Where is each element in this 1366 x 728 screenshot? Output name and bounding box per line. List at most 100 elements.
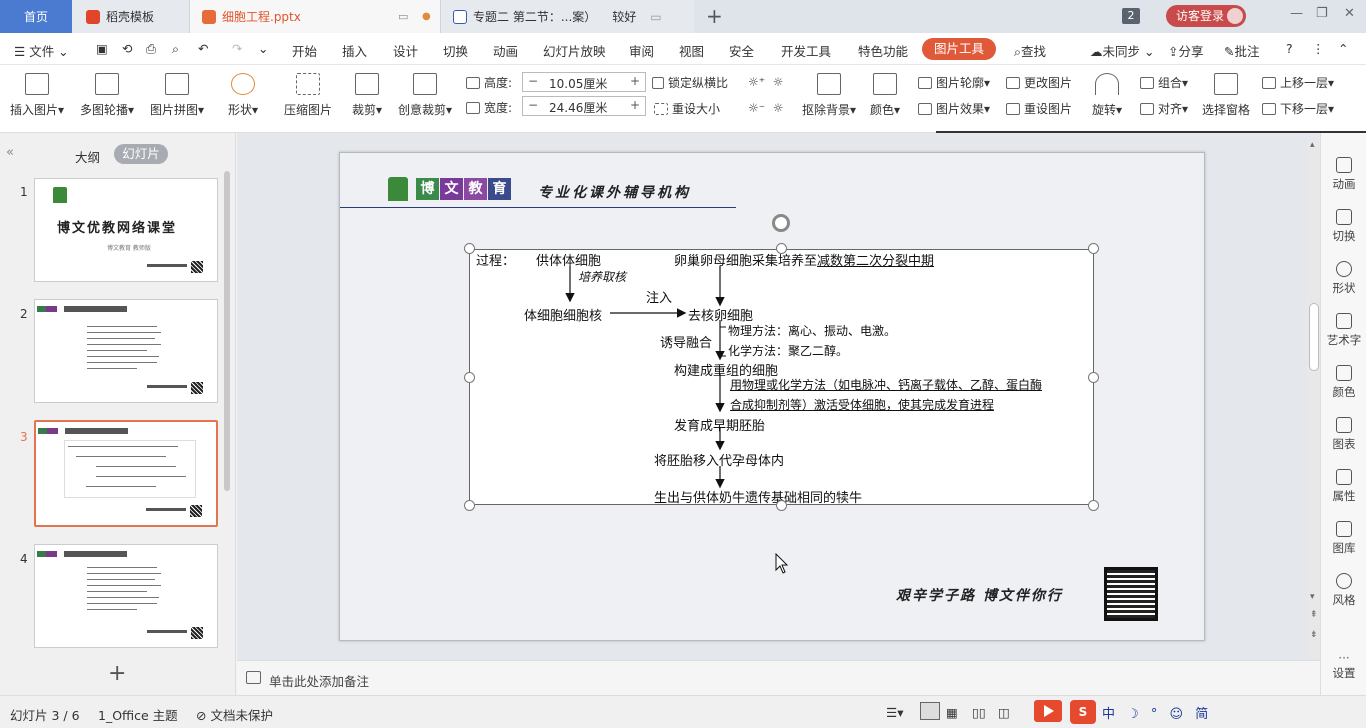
- send-backward-button[interactable]: 下移一层 ▾: [1262, 100, 1334, 117]
- side-wordart-button[interactable]: 艺术字: [1321, 313, 1366, 348]
- height-value[interactable]: 10.05厘米: [549, 75, 607, 92]
- align-menu-icon[interactable]: ☰▾: [886, 705, 903, 720]
- resize-handle-n[interactable]: [776, 243, 787, 254]
- monitor-icon[interactable]: ▭: [398, 10, 408, 23]
- change-picture-button[interactable]: 更改图片: [1006, 74, 1072, 91]
- picture-collage-button[interactable]: 图片拼图▾: [150, 73, 204, 118]
- comment-button[interactable]: ✎批注: [1224, 41, 1260, 60]
- menu-file[interactable]: ☰ 文件 ⌄: [14, 41, 69, 60]
- export-icon[interactable]: ⟲: [122, 41, 132, 56]
- tab-home[interactable]: 首页: [0, 0, 72, 33]
- visitor-login-button[interactable]: 访客登录: [1166, 5, 1246, 27]
- restore-icon[interactable]: ❐: [1316, 6, 1328, 21]
- width-increment-button[interactable]: +: [625, 97, 645, 115]
- resize-handle-w[interactable]: [464, 372, 475, 383]
- tab-outline[interactable]: 大纲: [75, 147, 100, 166]
- width-decrement-button[interactable]: −: [523, 97, 543, 115]
- side-gallery-button[interactable]: 图库: [1321, 521, 1366, 556]
- contrast-icon[interactable]: ☼⁻ ☼: [748, 101, 783, 115]
- resize-handle-nw[interactable]: [464, 243, 475, 254]
- height-increment-button[interactable]: +: [625, 73, 645, 91]
- slide-thumbnail-3-selected[interactable]: [34, 420, 218, 527]
- menu-transition[interactable]: 切换: [443, 41, 468, 60]
- rotate-button[interactable]: 旋转▾: [1092, 73, 1122, 118]
- comment-icon[interactable]: ▭: [650, 10, 661, 24]
- help-icon[interactable]: ?: [1286, 41, 1293, 56]
- add-slide-button[interactable]: +: [108, 661, 126, 686]
- insert-picture-button[interactable]: 插入图片▾: [10, 73, 64, 118]
- bring-forward-button[interactable]: 上移一层 ▾: [1262, 74, 1334, 91]
- lock-ratio-checkbox[interactable]: 锁定纵横比: [652, 74, 728, 91]
- side-chart-button[interactable]: 图表: [1321, 417, 1366, 452]
- resize-handle-e[interactable]: [1088, 372, 1099, 383]
- width-spinner[interactable]: −24.46厘米 +: [522, 96, 646, 116]
- scroll-up-icon[interactable]: ▴: [1310, 140, 1315, 150]
- undo-icon[interactable]: ↶: [198, 41, 208, 56]
- width-value[interactable]: 24.46厘米: [549, 99, 607, 116]
- normal-view-icon[interactable]: [920, 702, 940, 720]
- next-slide-icon[interactable]: ⇟: [1310, 630, 1318, 640]
- side-transition-button[interactable]: 切换: [1321, 209, 1366, 244]
- tab-doc[interactable]: 专题二 第二节：...案） 较好 ▭: [440, 0, 694, 33]
- creative-crop-button[interactable]: 创意裁剪▾: [398, 73, 452, 118]
- presenter-view-icon[interactable]: ◫: [998, 705, 1010, 720]
- menu-slideshow[interactable]: 幻灯片放映: [543, 41, 606, 60]
- side-shape-button[interactable]: 形状: [1321, 261, 1366, 296]
- side-settings-button[interactable]: ··· 设置: [1321, 651, 1366, 681]
- menu-picture-tools[interactable]: 图片工具: [922, 38, 996, 60]
- side-animation-button[interactable]: 动画: [1321, 157, 1366, 192]
- slide-thumbnail-4[interactable]: [34, 544, 218, 648]
- menu-security[interactable]: 安全: [729, 41, 754, 60]
- group-button[interactable]: 组合 ▾: [1140, 74, 1188, 91]
- side-color-button[interactable]: 颜色: [1321, 365, 1366, 400]
- search-button[interactable]: ⌕查找: [1014, 41, 1046, 60]
- flow-diagram-picture[interactable]: 过程： 供体体细胞 培养取核 卵巢卵母细胞采集培养至减数第二次分裂中期 注入 体…: [469, 249, 1094, 506]
- resize-handle-sw[interactable]: [464, 500, 475, 511]
- collapse-ribbon-icon[interactable]: ⌃: [1338, 41, 1348, 56]
- side-style-button[interactable]: 风格: [1321, 573, 1366, 608]
- resize-handle-se[interactable]: [1088, 500, 1099, 511]
- theme-name[interactable]: 1_Office 主题: [98, 705, 178, 724]
- prev-slide-icon[interactable]: ⇞: [1310, 610, 1318, 620]
- picture-outline-button[interactable]: 图片轮廓 ▾: [918, 74, 990, 91]
- new-tab-button[interactable]: +: [706, 4, 723, 28]
- redo-icon[interactable]: ↷: [232, 41, 242, 56]
- brightness-up-icon[interactable]: ☼⁺ ☼: [748, 75, 783, 89]
- align-button[interactable]: 对齐 ▾: [1140, 100, 1188, 117]
- tab-ppt[interactable]: 细胞工程.pptx ▭ ●: [190, 0, 440, 33]
- multi-outline-button[interactable]: 多图轮播▾: [80, 73, 134, 118]
- reset-picture-button[interactable]: 重设图片: [1006, 100, 1072, 117]
- ime-status[interactable]: 中 ☽ ° ☺ 简: [1102, 703, 1212, 722]
- notes-area[interactable]: 单击此处添加备注: [237, 660, 1320, 695]
- height-spinner[interactable]: −10.05厘米 +: [522, 72, 646, 92]
- menu-insert[interactable]: 插入: [342, 41, 367, 60]
- close-icon[interactable]: ✕: [1344, 6, 1355, 21]
- reading-view-icon[interactable]: ▯▯: [972, 705, 986, 720]
- preview-icon[interactable]: ⌕: [172, 41, 179, 57]
- menu-design[interactable]: 设计: [393, 41, 418, 60]
- crop-button[interactable]: 裁剪▾: [352, 73, 382, 118]
- color-button[interactable]: 颜色▾: [870, 73, 900, 118]
- menu-view[interactable]: 视图: [679, 41, 704, 60]
- print-icon[interactable]: ⎙: [146, 41, 156, 57]
- sync-button[interactable]: ☁未同步 ⌄: [1090, 41, 1154, 60]
- menu-features[interactable]: 特色功能: [858, 41, 908, 60]
- scrollbar-thumb[interactable]: [1309, 303, 1319, 371]
- canvas-vertical-scrollbar[interactable]: ▴ ▾ ⇞ ⇟: [1307, 140, 1321, 658]
- document-protection[interactable]: ⊘ 文档未保护: [196, 705, 273, 724]
- window-count-badge[interactable]: 2: [1122, 8, 1140, 24]
- quick-access-dropdown-icon[interactable]: ⌄: [258, 41, 268, 56]
- shape-button[interactable]: 形状▾: [228, 73, 258, 118]
- resize-handle-ne[interactable]: [1088, 243, 1099, 254]
- slide-sorter-icon[interactable]: ▦: [946, 705, 958, 720]
- picture-effect-button[interactable]: 图片效果 ▾: [918, 100, 990, 117]
- slide-thumbnail-2[interactable]: [34, 299, 218, 403]
- compress-picture-button[interactable]: 压缩图片: [284, 73, 332, 118]
- more-icon[interactable]: ⋮: [1312, 41, 1325, 56]
- notes-placeholder[interactable]: 单击此处添加备注: [269, 671, 369, 690]
- slideshow-play-icon[interactable]: [1034, 700, 1062, 722]
- sogou-ime-icon[interactable]: S: [1070, 700, 1096, 724]
- scroll-down-icon[interactable]: ▾: [1310, 592, 1315, 602]
- side-property-button[interactable]: 属性: [1321, 469, 1366, 504]
- share-button[interactable]: ⇪分享: [1168, 41, 1204, 60]
